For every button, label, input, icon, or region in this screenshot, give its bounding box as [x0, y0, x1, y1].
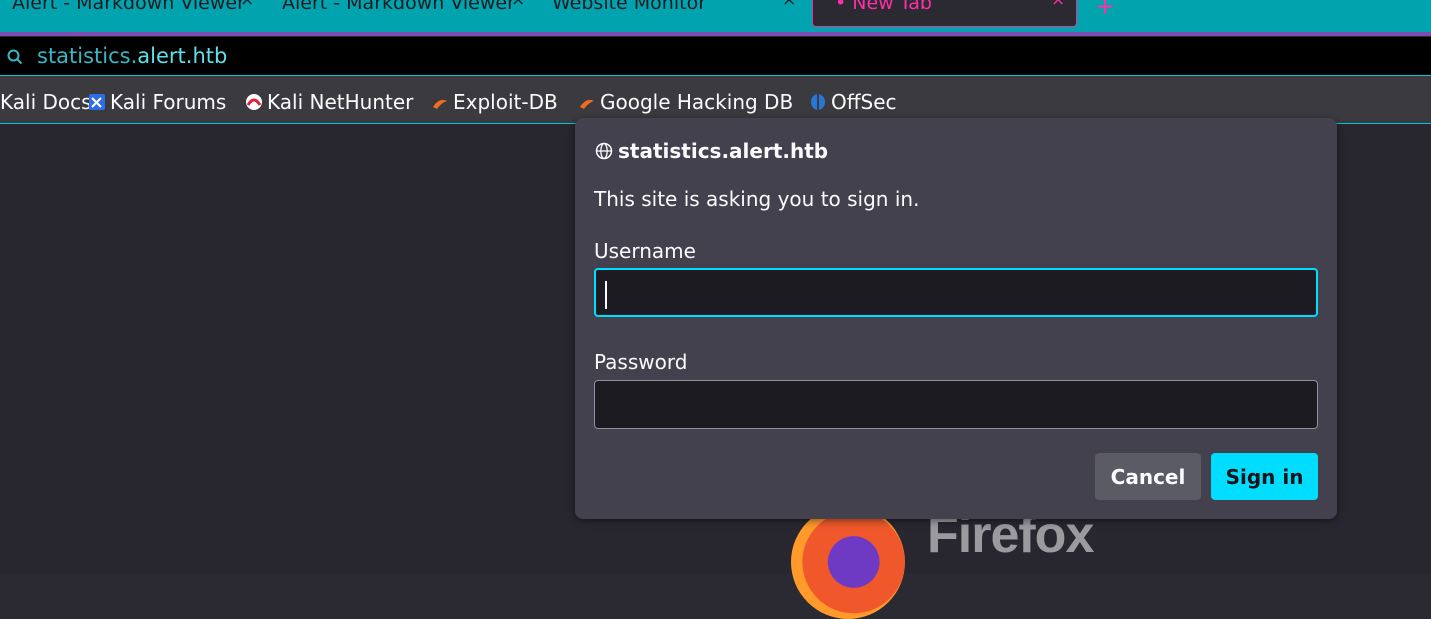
tab-strip: Alert - Markdown Viewer × Alert - Markdo…	[0, 0, 1431, 32]
tab-website-monitor[interactable]: Website Monitor ×	[540, 0, 802, 30]
username-label: Username	[594, 239, 696, 263]
tab-new-tab[interactable]: • New Tab ×	[812, 0, 1077, 27]
username-input[interactable]	[594, 268, 1318, 317]
new-tab-button[interactable]: +	[1095, 0, 1115, 20]
bookmark-kali-forums[interactable]: Kali Forums	[88, 90, 226, 114]
close-icon[interactable]: ×	[511, 0, 525, 9]
bookmark-label: Kali NetHunter	[267, 90, 414, 114]
offsec-icon	[811, 94, 825, 110]
bookmark-kali-docs[interactable]: Kali Docs	[0, 90, 92, 114]
tab-title: Alert - Markdown Viewer	[12, 0, 245, 14]
bookmarks-toolbar: Kali Docs Kali Forums Kali NetHunter Exp…	[0, 76, 1431, 124]
url-subdomain: statistics.	[37, 44, 138, 68]
tab-title: • New Tab	[835, 0, 932, 14]
tab-title: Alert - Markdown Viewer	[282, 0, 515, 14]
kali-forums-icon	[89, 94, 105, 110]
password-input[interactable]	[594, 380, 1318, 429]
globe-icon	[595, 142, 613, 160]
bookmark-exploit-db[interactable]: Exploit-DB	[431, 90, 558, 114]
bookmark-label: Kali Forums	[110, 90, 227, 114]
bookmark-google-hacking-db[interactable]: Google Hacking DB	[578, 90, 793, 114]
tabbar-divider	[0, 32, 1431, 36]
bookmark-label: Google Hacking DB	[600, 90, 794, 114]
exploit-db-icon	[433, 99, 447, 109]
close-icon[interactable]: ×	[240, 0, 254, 9]
tab-title: Website Monitor	[552, 0, 707, 14]
url-domain: alert.htb	[137, 44, 228, 68]
close-icon[interactable]: ×	[782, 0, 796, 9]
bookmark-label: OffSec	[831, 90, 897, 114]
search-icon	[7, 49, 23, 65]
url-bar[interactable]: statistics.alert.htb	[0, 37, 1431, 76]
sign-in-button[interactable]: Sign in	[1211, 453, 1318, 500]
url-text[interactable]: statistics.alert.htb	[37, 44, 227, 68]
ghdb-icon	[580, 99, 594, 109]
firefox-logo-icon	[791, 505, 905, 619]
bookmark-offsec[interactable]: OffSec	[809, 90, 897, 114]
dialog-host: statistics.alert.htb	[618, 139, 829, 163]
sign-in-dialog: statistics.alert.htb This site is asking…	[575, 118, 1337, 519]
password-label: Password	[594, 350, 688, 374]
bookmark-label: Kali Docs	[0, 90, 92, 114]
bookmark-label: Exploit-DB	[453, 90, 558, 114]
tab-alert-markdown-viewer-1[interactable]: Alert - Markdown Viewer ×	[0, 0, 260, 30]
text-caret	[605, 281, 607, 309]
tab-alert-markdown-viewer-2[interactable]: Alert - Markdown Viewer ×	[270, 0, 532, 30]
close-icon[interactable]: ×	[1051, 0, 1065, 9]
bookmark-kali-nethunter[interactable]: Kali NetHunter	[245, 90, 413, 114]
cancel-button[interactable]: Cancel	[1095, 453, 1201, 500]
dialog-message: This site is asking you to sign in.	[594, 187, 920, 211]
kali-nethunter-icon	[246, 94, 262, 110]
